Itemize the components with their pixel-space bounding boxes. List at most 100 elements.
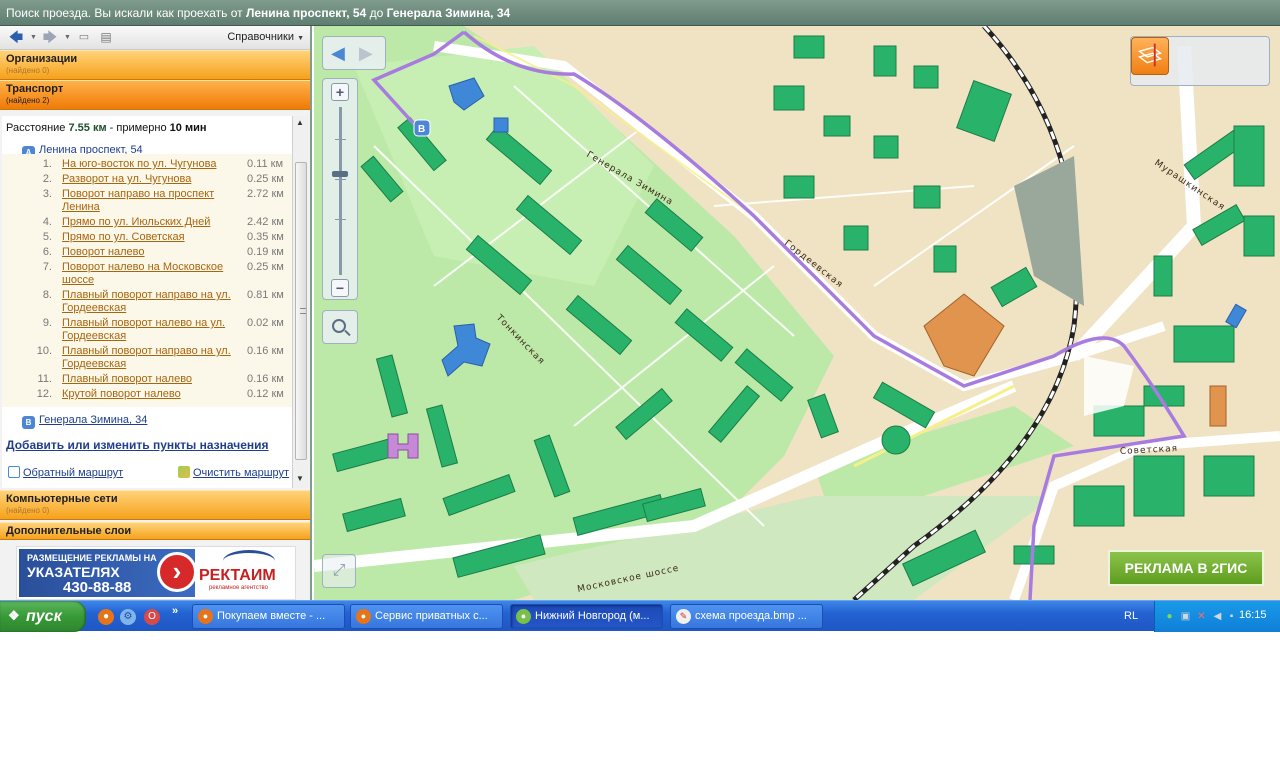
- map-forward-arrow-icon[interactable]: ▶: [359, 43, 373, 63]
- zoom-out-button[interactable]: −: [331, 279, 349, 297]
- route-step[interactable]: 10. Плавный поворот направо на ул. Гордее…: [2, 345, 292, 373]
- volume-tray-icon[interactable]: ◀: [1211, 610, 1224, 623]
- route-step-number: 3.: [42, 188, 52, 200]
- map-back-arrow-icon[interactable]: ◀: [331, 43, 345, 63]
- route-step[interactable]: 4. Прямо по ул. Июльских Дней 2.42 км: [2, 216, 292, 231]
- arrow-right-icon: ›: [157, 552, 197, 592]
- route-step-text[interactable]: Плавный поворот направо на ул. Гордеевск…: [62, 289, 232, 315]
- start-button[interactable]: ❖ пуск: [0, 601, 86, 632]
- route-step-text[interactable]: Плавный поворот налево на ул. Гордеевска…: [62, 317, 232, 343]
- marker-b-icon: B: [22, 416, 35, 429]
- display-tray-icon[interactable]: ▪: [1225, 610, 1238, 623]
- antivirus-tray-icon[interactable]: ✕: [1195, 610, 1208, 623]
- layers-icon[interactable]: [1131, 37, 1169, 75]
- section-networks[interactable]: Компьютерные сети (найдено 0): [0, 490, 310, 520]
- route-step-number: 7.: [42, 261, 52, 273]
- route-step-number: 6.: [42, 246, 52, 258]
- route-step[interactable]: 11. Плавный поворот налево 0.16 км: [2, 373, 292, 388]
- distance-prefix: Расстояние: [6, 122, 66, 134]
- route-step[interactable]: 3. Поворот направо на проспект Ленина 2.72…: [2, 188, 292, 216]
- paint-icon: ✎: [676, 609, 691, 624]
- task-label-3: схема проезда.bmp ...: [695, 610, 807, 622]
- zoom-slider-handle[interactable]: [332, 171, 348, 177]
- opera-icon[interactable]: O: [144, 609, 160, 625]
- route-step[interactable]: 5. Прямо по ул. Советская 0.35 км: [2, 231, 292, 246]
- clear-route-link[interactable]: Очистить маршрут: [178, 466, 289, 479]
- 2gis-icon: ●: [516, 609, 531, 624]
- task-button-3[interactable]: ✎ схема проезда.bmp ...: [670, 604, 823, 629]
- title-prefix: Поиск проезда. Вы искали как проехать от: [6, 6, 243, 20]
- map-tools-panel: [1130, 36, 1270, 86]
- route-end-label: Генерала Зимина, 34: [39, 414, 148, 426]
- clear-route-label: Очистить маршрут: [193, 467, 290, 479]
- save-icon[interactable]: ▤: [94, 29, 118, 46]
- route-step-distance: 0.81 км: [247, 289, 284, 301]
- task-label-1: Сервис приватных с...: [375, 610, 488, 622]
- task-button-2[interactable]: ● Нижний Новгород (м...: [510, 604, 663, 629]
- section-organizations-title: Организации: [6, 53, 78, 65]
- route-step[interactable]: 2. Разворот на ул. Чугунова 0.25 км: [2, 173, 292, 188]
- map-search-button[interactable]: [322, 310, 358, 344]
- route-step-text[interactable]: Поворот налево на Московское шоссе: [62, 261, 232, 287]
- map-marker-b[interactable]: B: [418, 124, 425, 135]
- fullscreen-icon[interactable]: ⤢: [322, 554, 356, 588]
- magnifier-handle: [344, 329, 351, 337]
- ad-banner[interactable]: РАЗМЕЩЕНИЕ РЕКЛАМЫ НА УКАЗАТЕЛЯХ 430-88-…: [16, 546, 296, 600]
- route-panel: Расстояние 7.55 км - примерно 10 мин A Ле…: [2, 116, 292, 488]
- route-step-text[interactable]: Поворот налево: [62, 246, 232, 259]
- forward-button[interactable]: 🡆: [38, 29, 62, 46]
- route-step-text[interactable]: Прямо по ул. Советская: [62, 231, 232, 244]
- route-step-number: 1.: [42, 158, 52, 170]
- route-step-text[interactable]: Поворот направо на проспект Ленина: [62, 188, 232, 214]
- back-dropdown-icon[interactable]: ▼: [30, 34, 37, 41]
- task-button-1[interactable]: ● Сервис приватных с...: [350, 604, 503, 629]
- add-destinations-link[interactable]: Добавить или изменить пункты назначения: [6, 438, 269, 452]
- route-step[interactable]: 12. Крутой поворот налево 0.12 км: [2, 388, 292, 403]
- route-step[interactable]: 6. Поворот налево 0.19 км: [2, 246, 292, 261]
- route-step-text[interactable]: Плавный поворот направо на ул. Гордеевск…: [62, 345, 232, 371]
- scrollbar-thumb[interactable]: [295, 162, 307, 460]
- scroll-down-icon[interactable]: ▼: [296, 474, 304, 483]
- back-button[interactable]: 🡄: [4, 29, 28, 46]
- route-step[interactable]: 1. На юго-восток по ул. Чугунова 0.11 км: [2, 158, 292, 173]
- reverse-route-link[interactable]: Обратный маршрут: [8, 466, 123, 479]
- zoom-slider-track[interactable]: [339, 107, 342, 275]
- route-end-point[interactable]: B Генерала Зимина, 34: [22, 414, 147, 429]
- task-button-0[interactable]: ● Покупаем вместе - ...: [192, 604, 345, 629]
- task-label-0: Покупаем вместе - ...: [217, 610, 326, 622]
- ad-2gis-banner[interactable]: РЕКЛАМА В 2ГИС: [1108, 550, 1264, 586]
- directories-menu[interactable]: Справочники ▼: [227, 31, 304, 43]
- section-transport[interactable]: Транспорт (найдено 2): [0, 80, 310, 110]
- route-step-text[interactable]: Крутой поворот налево: [62, 388, 232, 401]
- forward-dropdown-icon[interactable]: ▼: [64, 34, 71, 41]
- section-networks-title: Компьютерные сети: [6, 493, 118, 505]
- clock[interactable]: 16:15: [1239, 609, 1267, 621]
- route-step-text[interactable]: Разворот на ул. Чугунова: [62, 173, 232, 186]
- route-step-text[interactable]: Плавный поворот налево: [62, 373, 232, 386]
- route-step[interactable]: 9. Плавный поворот налево на ул. Гордеевс…: [2, 317, 292, 345]
- map-view[interactable]: B Генерала Зимина Гордеевская Тонкинская…: [314, 26, 1280, 600]
- language-indicator[interactable]: RL: [1124, 610, 1138, 622]
- route-step[interactable]: 7. Поворот налево на Московское шоссе 0.25…: [2, 261, 292, 289]
- section-organizations[interactable]: Организации (найдено 0): [0, 50, 310, 80]
- firefox-icon[interactable]: ●: [98, 609, 114, 625]
- section-networks-count: (найдено 0): [6, 506, 50, 515]
- route-scrollbar[interactable]: ▲ ▼: [292, 116, 308, 488]
- route-step-distance: 2.42 км: [247, 216, 284, 228]
- network-icon[interactable]: ⚙: [120, 609, 136, 625]
- route-step-distance: 0.25 км: [247, 261, 284, 273]
- left-panel: 🡄 ▼ 🡆 ▼ ▭ ▤ Справочники ▼ Организации (н…: [0, 26, 312, 600]
- route-step[interactable]: 8. Плавный поворот направо на ул. Гордеев…: [2, 289, 292, 317]
- section-layers[interactable]: Дополнительные слои: [0, 522, 310, 540]
- print-icon[interactable]: ▭: [72, 29, 96, 46]
- approx-prefix: - примерно: [109, 122, 167, 134]
- 2gis-tray-icon[interactable]: ●: [1163, 610, 1176, 623]
- zoom-tick: [335, 139, 346, 140]
- network-tray-icon[interactable]: ▣: [1179, 610, 1192, 623]
- system-tray: ● ▣ ✕ ◀ ▪ 16:15: [1154, 601, 1280, 632]
- zoom-in-button[interactable]: +: [331, 83, 349, 101]
- route-step-text[interactable]: На юго-восток по ул. Чугунова: [62, 158, 232, 171]
- scroll-up-icon[interactable]: ▲: [296, 118, 304, 127]
- route-step-text[interactable]: Прямо по ул. Июльских Дней: [62, 216, 232, 229]
- quicklaunch-more[interactable]: »: [172, 605, 178, 617]
